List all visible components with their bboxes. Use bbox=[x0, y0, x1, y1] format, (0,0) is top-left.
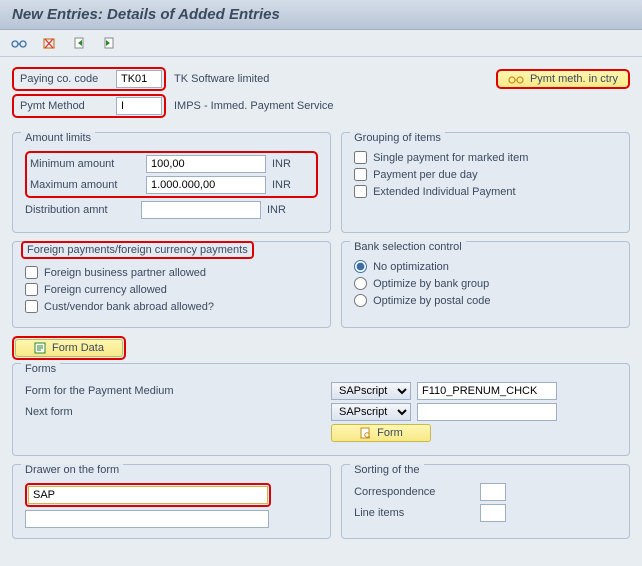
title-bar: New Entries: Details of Added Entries bbox=[0, 0, 642, 30]
previous-icon[interactable] bbox=[70, 34, 88, 52]
form-data-icon bbox=[34, 342, 46, 354]
dist-currency: INR bbox=[267, 204, 303, 216]
foreign-bp-checkbox[interactable]: Foreign business partner allowed bbox=[25, 266, 318, 279]
form-button[interactable]: Form bbox=[331, 424, 431, 442]
page-title: New Entries: Details of Added Entries bbox=[12, 6, 630, 23]
dist-amount-label: Distribution amnt bbox=[25, 204, 135, 216]
form-medium-label: Form for the Payment Medium bbox=[25, 385, 325, 397]
next-icon[interactable] bbox=[100, 34, 118, 52]
per-due-day-checkbox[interactable]: Payment per due day bbox=[354, 168, 617, 181]
min-amount-label: Minimum amount bbox=[30, 158, 140, 170]
line-items-input[interactable] bbox=[480, 504, 506, 522]
drawer-title: Drawer on the form bbox=[21, 464, 123, 476]
max-amount-label: Maximum amount bbox=[30, 179, 140, 191]
min-amount-input[interactable] bbox=[146, 155, 266, 173]
form-icon bbox=[359, 427, 371, 439]
next-form-select[interactable]: SAPscript bbox=[331, 403, 411, 421]
correspondence-input[interactable] bbox=[480, 483, 506, 501]
glasses-icon[interactable] bbox=[10, 34, 28, 52]
optimize-postal-radio[interactable]: Optimize by postal code bbox=[354, 294, 617, 307]
bank-selection-title: Bank selection control bbox=[350, 241, 466, 253]
correspondence-label: Correspondence bbox=[354, 486, 474, 498]
no-optimization-radio[interactable]: No optimization bbox=[354, 260, 617, 273]
line-items-label: Line items bbox=[354, 507, 474, 519]
optimize-bank-group-radio[interactable]: Optimize by bank group bbox=[354, 277, 617, 290]
max-currency: INR bbox=[272, 179, 308, 191]
pymt-meth-in-ctry-button[interactable]: Pymt meth. in ctry bbox=[496, 69, 630, 89]
extended-payment-checkbox[interactable]: Extended Individual Payment bbox=[354, 185, 617, 198]
paying-code-label: Paying co. code bbox=[16, 71, 116, 87]
pymt-method-input[interactable] bbox=[116, 97, 162, 115]
dist-amount-input[interactable] bbox=[141, 201, 261, 219]
pymt-method-desc: IMPS - Immed. Payment Service bbox=[166, 98, 342, 114]
glasses-icon bbox=[508, 74, 524, 84]
sorting-title: Sorting of the bbox=[350, 464, 423, 476]
paying-code-row: Paying co. code TK Software limited Pymt… bbox=[12, 67, 630, 91]
paying-code-desc: TK Software limited bbox=[166, 71, 277, 87]
pymt-meth-in-ctry-label: Pymt meth. in ctry bbox=[530, 73, 618, 85]
drawer-line1-input[interactable] bbox=[28, 486, 268, 504]
grouping-title: Grouping of items bbox=[350, 132, 445, 144]
drawer-group: Drawer on the form bbox=[12, 464, 331, 539]
delete-icon[interactable] bbox=[40, 34, 58, 52]
pymt-method-row: Pymt Method IMPS - Immed. Payment Servic… bbox=[12, 94, 630, 118]
form-data-button[interactable]: Form Data bbox=[15, 339, 123, 357]
sorting-group: Sorting of the Correspondence Line items bbox=[341, 464, 630, 539]
form-data-label: Form Data bbox=[52, 342, 104, 354]
group-row-3: Drawer on the form Sorting of the Corres… bbox=[12, 464, 630, 539]
content: Paying co. code TK Software limited Pymt… bbox=[0, 57, 642, 549]
min-currency: INR bbox=[272, 158, 308, 170]
foreign-title: Foreign payments/foreign currency paymen… bbox=[21, 241, 254, 259]
pymt-method-label: Pymt Method bbox=[16, 98, 116, 114]
grouping-group: Grouping of items Single payment for mar… bbox=[341, 132, 630, 233]
form-button-label: Form bbox=[377, 427, 403, 439]
form-medium-name-input[interactable] bbox=[417, 382, 557, 400]
forms-group: Forms Form for the Payment Medium SAPscr… bbox=[12, 363, 630, 456]
amount-limits-group: Amount limits Minimum amount INR Maximum… bbox=[12, 132, 331, 233]
toolbar bbox=[0, 30, 642, 57]
max-amount-input[interactable] bbox=[146, 176, 266, 194]
drawer-line2-input[interactable] bbox=[25, 510, 269, 528]
bank-selection-group: Bank selection control No optimization O… bbox=[341, 241, 630, 328]
forms-title: Forms bbox=[21, 363, 60, 375]
amount-limits-title: Amount limits bbox=[21, 132, 95, 144]
group-row-2: Foreign payments/foreign currency paymen… bbox=[12, 241, 630, 328]
foreign-currency-checkbox[interactable]: Foreign currency allowed bbox=[25, 283, 318, 296]
paying-code-input[interactable] bbox=[116, 70, 162, 88]
next-form-label: Next form bbox=[25, 406, 325, 418]
cust-vendor-abroad-checkbox[interactable]: Cust/vendor bank abroad allowed? bbox=[25, 300, 318, 313]
single-payment-checkbox[interactable]: Single payment for marked item bbox=[354, 151, 617, 164]
next-form-name-input[interactable] bbox=[417, 403, 557, 421]
foreign-group: Foreign payments/foreign currency paymen… bbox=[12, 241, 331, 328]
form-medium-select[interactable]: SAPscript bbox=[331, 382, 411, 400]
group-row-1: Amount limits Minimum amount INR Maximum… bbox=[12, 132, 630, 233]
